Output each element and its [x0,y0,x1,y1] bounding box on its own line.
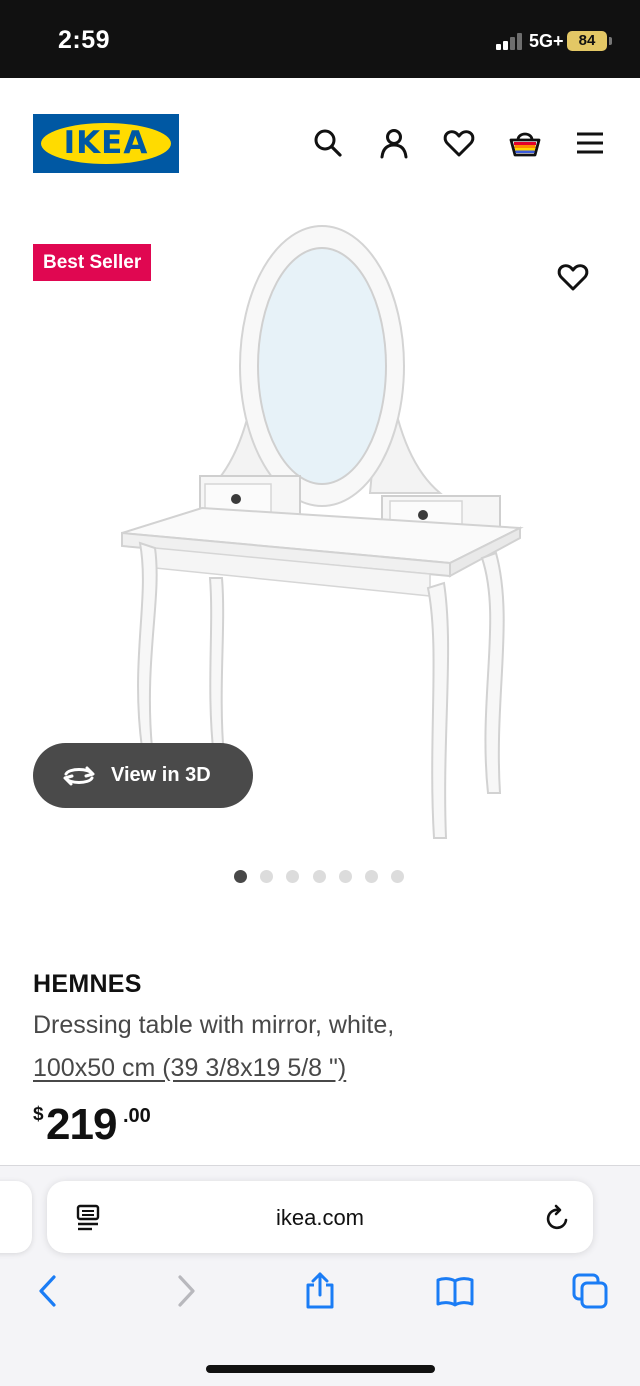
signal-icon [496,32,524,50]
view-in-3d-label: View in 3D [111,764,211,786]
product-gallery[interactable]: Best Seller View in 3D [0,198,640,908]
browser-toolbar: ikea.com [0,1165,640,1386]
carousel-dot[interactable] [339,870,352,883]
menu-icon[interactable] [573,126,607,160]
previous-tab-preview[interactable] [0,1181,32,1253]
logo-text: IKEA [63,125,149,161]
site-header: IKEA [0,78,640,198]
favourites-icon[interactable] [442,126,476,160]
carousel-dot[interactable] [286,870,299,883]
shopping-bag-icon[interactable] [508,126,542,160]
carousel-dot[interactable] [391,870,404,883]
product-description: Dressing table with mirror, white, [33,1011,395,1039]
carousel-dot[interactable] [313,870,326,883]
home-indicator[interactable] [206,1365,435,1373]
forward-icon[interactable] [166,1271,206,1311]
account-icon[interactable] [377,126,411,160]
network-label: 5G+ [529,31,564,51]
reload-icon[interactable] [544,1203,572,1233]
bookmarks-icon[interactable] [435,1271,475,1311]
url-text: ikea.com [275,1205,365,1230]
product-info: HEMNES Dressing table with mirror, white… [33,970,613,1149]
carousel-dot[interactable] [365,870,378,883]
status-time: 2:59 [58,26,111,54]
search-icon[interactable] [311,126,345,160]
view-in-3d-button[interactable]: View in 3D [33,743,253,808]
product-name: HEMNES [33,970,142,998]
price-integer: 219 [46,1100,117,1149]
carousel-dot[interactable] [234,870,247,883]
share-icon[interactable] [300,1271,340,1311]
price-decimal: .00 [123,1105,151,1127]
tabs-icon[interactable] [570,1271,610,1311]
carousel-dot[interactable] [260,870,273,883]
back-icon[interactable] [28,1271,68,1311]
rotate-3d-icon [63,766,95,786]
product-size-link[interactable]: 100x50 cm (39 3/8x19 5/8 ") [33,1054,346,1083]
heart-icon[interactable] [556,260,590,294]
status-bar: 2:59 5G+ 84 [0,0,640,78]
ikea-logo[interactable]: IKEA [33,114,179,173]
price-currency: $ [33,1104,44,1125]
battery-level: 84 [578,32,596,49]
battery-charging-icon: 84 [567,31,612,51]
address-bar[interactable]: ikea.com [47,1181,593,1253]
